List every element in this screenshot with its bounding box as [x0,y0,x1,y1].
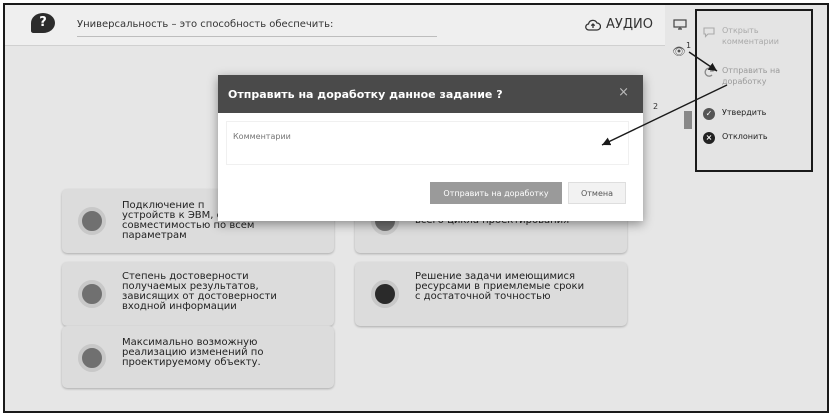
send-for-revision-submit-button[interactable]: Отправить на доработку [430,182,562,204]
callout-number: 1 [686,41,692,50]
send-for-revision-button[interactable]: Отправить на доработку [703,65,780,87]
reject-label: Отклонить [722,132,768,141]
radio-indicator-selected [371,280,399,308]
action-panel: Открыть комментарии Отправить на доработ… [695,9,813,172]
send-for-revision-label: Отправить на доработку [722,66,781,86]
close-icon[interactable]: × [618,85,629,100]
dialog-header: Отправить на доработку данное задание ? … [218,75,643,113]
reject-button[interactable]: × Отклонить [703,131,768,144]
answer-option[interactable]: Максимально возможную реализацию изменен… [62,326,334,388]
app-frame: ? Универсальность – это способность обес… [3,3,829,413]
radio-indicator [78,207,106,235]
monitor-icon[interactable] [673,19,687,30]
audio-label: АУДИО [606,17,653,32]
callout-number: 2 [653,102,659,111]
cloud-upload-icon [585,19,601,31]
approve-label: Утвердить [722,108,767,117]
answer-text: Решение задачи имеющимися ресурсами в пр… [415,271,585,302]
question-toolbar: ? Универсальность – это способность обес… [5,5,665,46]
revision-dialog: Отправить на доработку данное задание ? … [218,75,643,221]
open-comments-button[interactable]: Открыть комментарии [703,25,779,47]
check-circle-icon: ✓ [703,108,715,120]
audio-button[interactable]: АУДИО [585,17,653,32]
panel-toggle-tab[interactable] [684,111,692,129]
eye-icon[interactable]: 👁 [672,45,686,58]
radio-indicator [78,280,106,308]
answer-text: Максимально возможную реализацию изменен… [122,337,264,368]
refresh-icon [704,67,714,77]
dialog-title: Отправить на доработку данное задание ? [228,88,503,101]
question-icon: ? [31,13,55,33]
speech-bubble-icon [703,27,715,38]
approve-button[interactable]: ✓ Утвердить [703,107,766,120]
open-comments-label: Открыть комментарии [722,26,779,46]
answer-option[interactable]: Решение задачи имеющимися ресурсами в пр… [355,262,627,326]
answer-option[interactable]: Степень достоверности получаемых результ… [62,262,334,326]
radio-indicator [78,344,106,372]
question-text: Универсальность – это способность обеспе… [77,19,437,37]
cancel-button[interactable]: Отмена [568,182,626,204]
x-circle-icon: × [703,132,715,144]
answer-text: Степень достоверности получаемых результ… [122,271,277,312]
comment-field[interactable] [226,121,629,165]
